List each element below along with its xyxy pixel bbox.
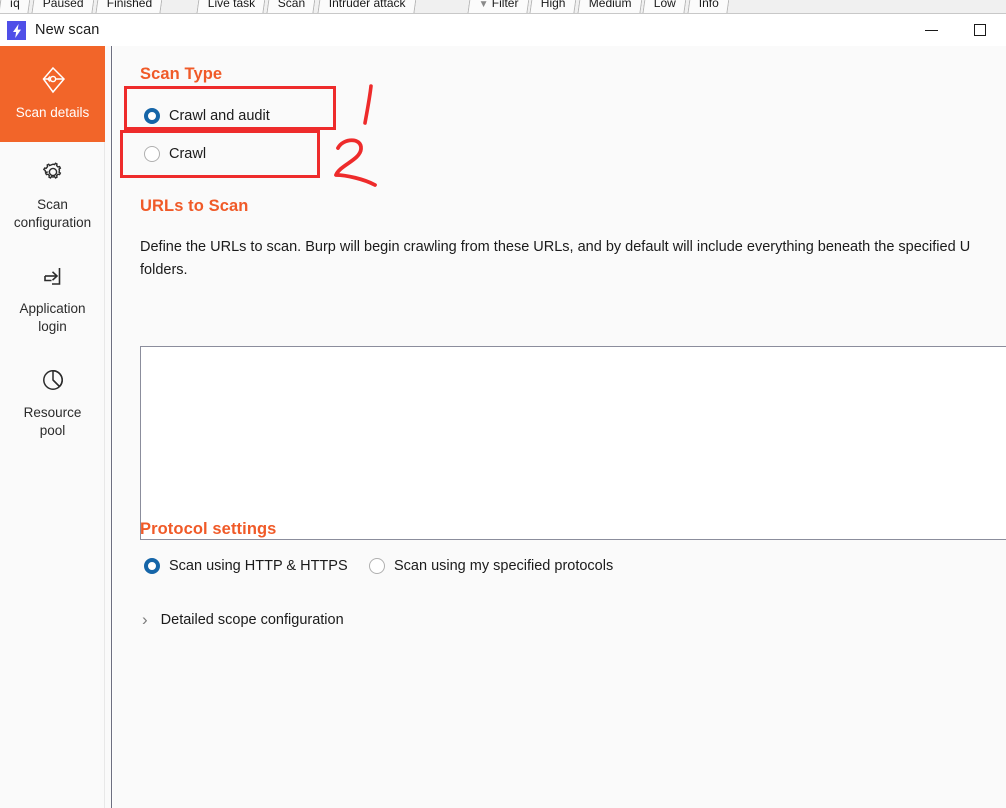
scan-type-heading: Scan Type [140, 65, 223, 83]
sidebar-item-scan-details[interactable]: Scan details [0, 46, 105, 142]
bg-tab-5[interactable]: Intruder attack [317, 0, 418, 13]
radio-scan-http-https[interactable]: Scan using HTTP & HTTPS [144, 558, 348, 574]
urls-to-scan-heading: URLs to Scan [140, 197, 249, 215]
radio-label: Scan using my specified protocols [394, 558, 614, 574]
minimize-icon[interactable] [909, 14, 954, 46]
bg-tab-spacer [163, 0, 197, 13]
burp-lightning-icon [7, 21, 26, 40]
window-title-bar: New scan [0, 14, 1006, 46]
scan-details-panel: Scan Type Crawl and audit Crawl URLs to … [113, 46, 1006, 808]
bg-tab-info[interactable]: Info [687, 0, 732, 13]
radio-indicator[interactable] [144, 146, 160, 162]
radio-label: Crawl and audit [169, 108, 270, 124]
radio-crawl-and-audit[interactable]: Crawl and audit [144, 108, 270, 124]
bg-tab-filter[interactable]: ▼ Filter [466, 0, 530, 13]
bg-tab-label: Low [654, 0, 677, 10]
bg-tab-label: High [540, 0, 566, 10]
sidebar-item-application-login[interactable]: Application login [0, 246, 105, 350]
bg-tab-label: Intruder attack [328, 0, 406, 10]
pie-chart-icon [6, 364, 99, 396]
bg-tab-2[interactable]: Finished [95, 0, 164, 13]
bg-tab-3[interactable]: Live task [196, 0, 267, 13]
bg-tab-0[interactable]: ıq [0, 0, 32, 13]
wizard-sidebar: Scan details Scan configuration Applicat… [0, 46, 105, 808]
bg-tab-spacer-2 [416, 0, 451, 13]
bg-tab-label: ıq [9, 0, 20, 10]
radio-crawl[interactable]: Crawl [144, 146, 206, 162]
bg-tab-label: Medium [588, 0, 632, 10]
sidebar-item-scan-configuration[interactable]: Scan configuration [0, 142, 105, 246]
radio-indicator[interactable] [144, 108, 160, 124]
urls-description-line2: folders. [140, 262, 188, 278]
urls-to-scan-textarea[interactable] [140, 346, 1006, 540]
radio-label: Scan using HTTP & HTTPS [169, 558, 348, 574]
window-body: Scan details Scan configuration Applicat… [0, 46, 1006, 808]
sidebar-item-label: Resource pool [23, 405, 82, 438]
window-title: New scan [35, 22, 100, 38]
radio-label: Crawl [169, 146, 207, 162]
bg-tab-spacer-3 [449, 0, 468, 13]
bg-tab-low[interactable]: Low [642, 0, 689, 13]
bg-tab-high[interactable]: High [529, 0, 578, 13]
bg-tab-label: Scan [278, 0, 306, 10]
bg-tab-label: Finished [106, 0, 152, 10]
login-arrow-icon [6, 260, 99, 292]
radio-indicator[interactable] [144, 558, 160, 574]
radio-indicator[interactable] [369, 558, 385, 574]
radio-scan-specified-protocols[interactable]: Scan using my specified protocols [369, 558, 613, 574]
chevron-right-icon: › [142, 610, 148, 629]
bg-tab-label: Filter [491, 0, 518, 10]
protocol-settings-heading: Protocol settings [140, 520, 277, 538]
kite-target-icon [6, 64, 99, 96]
sidebar-divider [105, 46, 112, 808]
maximize-icon[interactable] [957, 14, 1002, 46]
bg-tab-label: Paused [42, 0, 84, 10]
sidebar-item-label: Scan configuration [13, 197, 92, 230]
sidebar-item-label: Scan details [15, 105, 90, 120]
urls-to-scan-description: Define the URLs to scan. Burp will begin… [140, 236, 1006, 282]
sidebar-item-label: Application login [19, 301, 86, 334]
urls-description-line1: Define the URLs to scan. Burp will begin… [140, 239, 971, 255]
bg-tab-4[interactable]: Scan [266, 0, 318, 13]
bg-tab-1[interactable]: Paused [31, 0, 96, 13]
background-tab-strip: ıq Paused Finished Live task Scan Intrud… [0, 0, 1006, 14]
bg-tab-label: Info [699, 0, 720, 10]
new-scan-window: ıq Paused Finished Live task Scan Intrud… [0, 0, 1006, 808]
gear-icon [6, 156, 99, 188]
funnel-icon: ▼ [478, 0, 489, 10]
sidebar-item-resource-pool[interactable]: Resource pool [0, 350, 105, 454]
detailed-scope-label: Detailed scope configuration [160, 611, 344, 628]
detailed-scope-configuration-toggle[interactable]: › Detailed scope configuration [142, 611, 344, 628]
bg-tab-label: Live task [207, 0, 256, 10]
bg-tab-medium[interactable]: Medium [577, 0, 644, 13]
